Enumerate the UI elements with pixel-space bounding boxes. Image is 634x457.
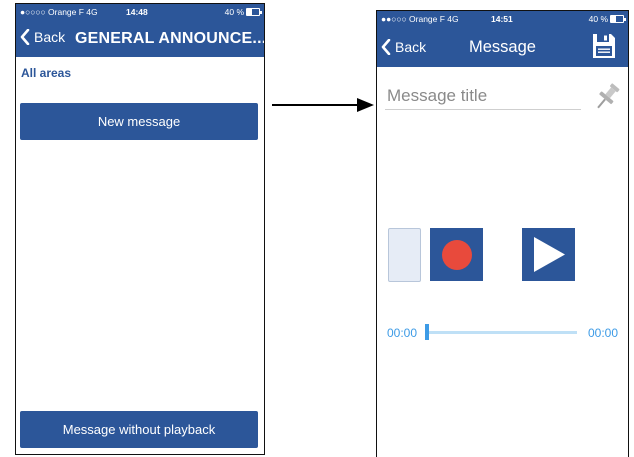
page-title: GENERAL ANNOUNCE... [75,30,265,47]
arrow-right-icon [272,98,374,112]
back-label: Back [34,29,66,45]
pin-icon[interactable] [592,81,622,113]
battery-label: 40 % [224,7,244,17]
total-time: 00:00 [587,326,618,340]
chevron-left-icon [381,39,391,55]
record-button[interactable] [430,228,483,281]
battery-label: 40 % [588,14,608,24]
clock-label: 14:51 [491,14,513,24]
screen-general-announcements: ●○○○○ Orange F 4G 14:48 40 % Back GENERA… [15,3,265,455]
screen-message: ●●○○○ Orange F 4G 14:51 40 % Back Messag… [376,10,629,457]
carrier-label: ●●○○○ Orange F 4G [381,14,459,24]
message-without-playback-button[interactable]: Message without playback [20,411,258,448]
status-bar: ●●○○○ Orange F 4G 14:51 40 % [377,13,628,27]
page-title: Message [469,38,536,56]
play-button[interactable] [522,228,575,281]
battery-icon [246,8,262,16]
audio-level-indicator [388,228,421,282]
playback-slider-thumb[interactable] [425,324,429,340]
play-icon [534,237,565,272]
chevron-left-icon [20,29,30,45]
message-title-input[interactable] [385,83,581,110]
back-label: Back [395,39,427,55]
carrier-label: ●○○○○ Orange F 4G [20,7,98,17]
back-button[interactable]: Back [381,39,426,55]
navigation-bar: ●●○○○ Orange F 4G 14:51 40 % Back Messag… [377,11,628,67]
back-button[interactable]: Back [20,29,65,45]
navigation-bar: ●○○○○ Orange F 4G 14:48 40 % Back GENERA… [16,4,264,57]
status-bar: ●○○○○ Orange F 4G 14:48 40 % [16,6,264,20]
playback-slider-track[interactable] [427,331,577,334]
battery-icon [610,15,626,23]
clock-label: 14:48 [126,7,148,17]
new-message-button[interactable]: New message [20,103,258,140]
area-label: All areas [21,66,72,80]
elapsed-time: 00:00 [387,326,418,340]
save-icon[interactable] [592,33,616,59]
